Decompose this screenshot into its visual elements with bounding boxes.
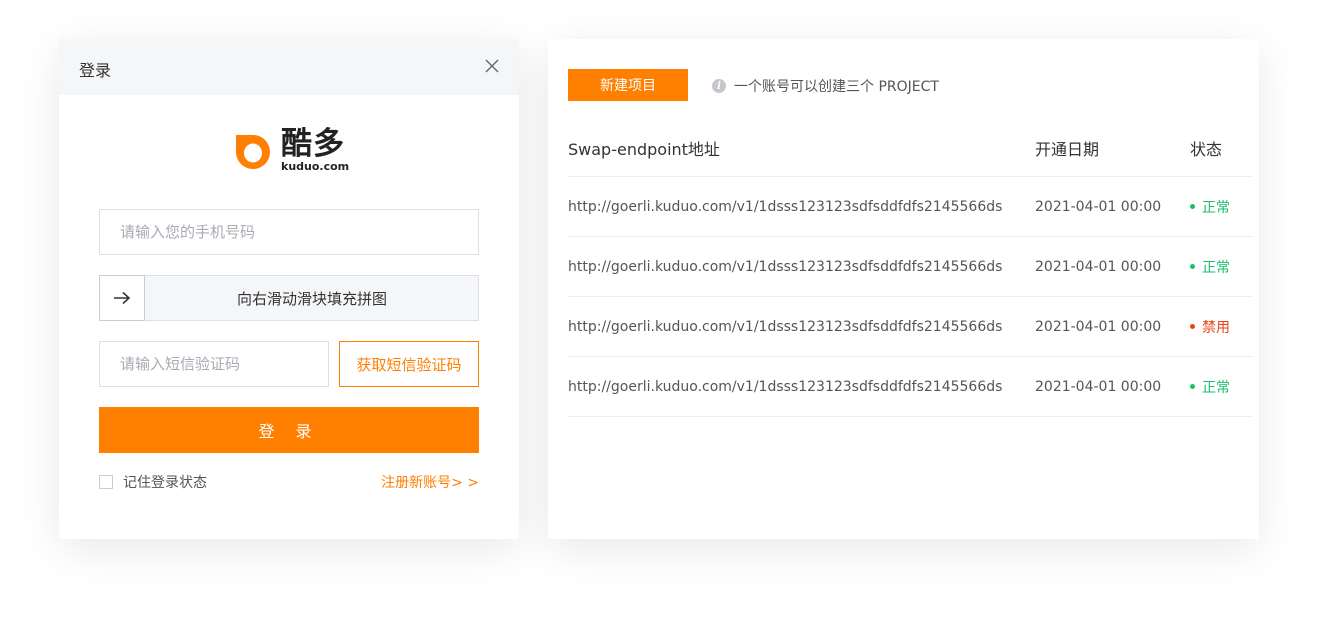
status-text: 禁用 [1202, 319, 1230, 336]
table-row: http://goerli.kuduo.com/v1/1dsss123123sd… [568, 357, 1253, 417]
status-dot [1190, 324, 1195, 329]
status-badge: 正常 [1190, 377, 1230, 397]
status-dot [1190, 384, 1195, 389]
endpoint-cell: http://goerli.kuduo.com/v1/1dsss123123sd… [568, 318, 1003, 335]
get-sms-code-button[interactable]: 获取短信验证码 [339, 341, 479, 387]
info-icon: i [712, 79, 726, 93]
remember-login[interactable]: 记住登录状态 [99, 472, 207, 492]
login-button[interactable]: 登 录 [99, 407, 479, 453]
sms-code-input[interactable] [99, 341, 329, 387]
register-link[interactable]: 注册新账号> > [381, 472, 479, 492]
status-dot [1190, 264, 1195, 269]
table-row: http://goerli.kuduo.com/v1/1dsss123123sd… [568, 297, 1253, 357]
slider-hint: 向右滑动滑块填充拼图 [236, 289, 387, 308]
status-text: 正常 [1202, 259, 1230, 276]
endpoint-cell: http://goerli.kuduo.com/v1/1dsss123123sd… [568, 258, 1003, 275]
projects-panel: 新建项目 i 一个账号可以创建三个 PROJECT Swap-endpoint地… [548, 39, 1259, 539]
remember-checkbox[interactable] [99, 475, 113, 489]
new-project-button[interactable]: 新建项目 [568, 69, 688, 101]
table-row: http://goerli.kuduo.com/v1/1dsss123123sd… [568, 177, 1253, 237]
column-header-date: 开通日期 [1035, 139, 1100, 159]
column-header-status: 状态 [1190, 139, 1223, 159]
tip-text: 一个账号可以创建三个 PROJECT [734, 79, 939, 95]
status-text: 正常 [1202, 379, 1230, 396]
table-header: Swap-endpoint地址 开通日期 状态 [568, 119, 1253, 177]
project-tip: i 一个账号可以创建三个 PROJECT [712, 76, 939, 96]
login-title: 登录 [79, 61, 112, 80]
status-badge: 禁用 [1190, 317, 1230, 337]
kuduo-logo-icon [236, 135, 270, 169]
date-cell: 2021-04-01 00:00 [1035, 378, 1162, 395]
date-cell: 2021-04-01 00:00 [1035, 258, 1162, 275]
arrow-right-icon [114, 291, 131, 305]
date-cell: 2021-04-01 00:00 [1035, 198, 1162, 215]
status-badge: 正常 [1190, 257, 1230, 277]
status-text: 正常 [1202, 199, 1230, 216]
login-dialog: 登录 酷多 kuduo.com 向右滑动滑块填充拼图 获取短信验证码 登 录 记… [59, 39, 519, 539]
date-cell: 2021-04-01 00:00 [1035, 318, 1162, 335]
logo-name-cn: 酷多 [281, 126, 345, 162]
close-icon[interactable] [483, 57, 501, 75]
status-badge: 正常 [1190, 197, 1230, 217]
table-row: http://goerli.kuduo.com/v1/1dsss123123sd… [568, 237, 1253, 297]
logo: 酷多 kuduo.com [232, 129, 349, 173]
endpoint-table: Swap-endpoint地址 开通日期 状态 http://goerli.ku… [568, 119, 1253, 417]
endpoint-cell: http://goerli.kuduo.com/v1/1dsss123123sd… [568, 378, 1003, 395]
status-dot [1190, 204, 1195, 209]
slider-captcha[interactable]: 向右滑动滑块填充拼图 [99, 275, 479, 321]
endpoint-cell: http://goerli.kuduo.com/v1/1dsss123123sd… [568, 198, 1003, 215]
logo-name-en: kuduo.com [281, 160, 350, 173]
phone-input[interactable] [99, 209, 479, 255]
login-header: 登录 [59, 39, 519, 95]
remember-label: 记住登录状态 [123, 475, 207, 491]
column-header-endpoint: Swap-endpoint地址 [568, 139, 720, 159]
slider-handle[interactable] [99, 275, 145, 321]
